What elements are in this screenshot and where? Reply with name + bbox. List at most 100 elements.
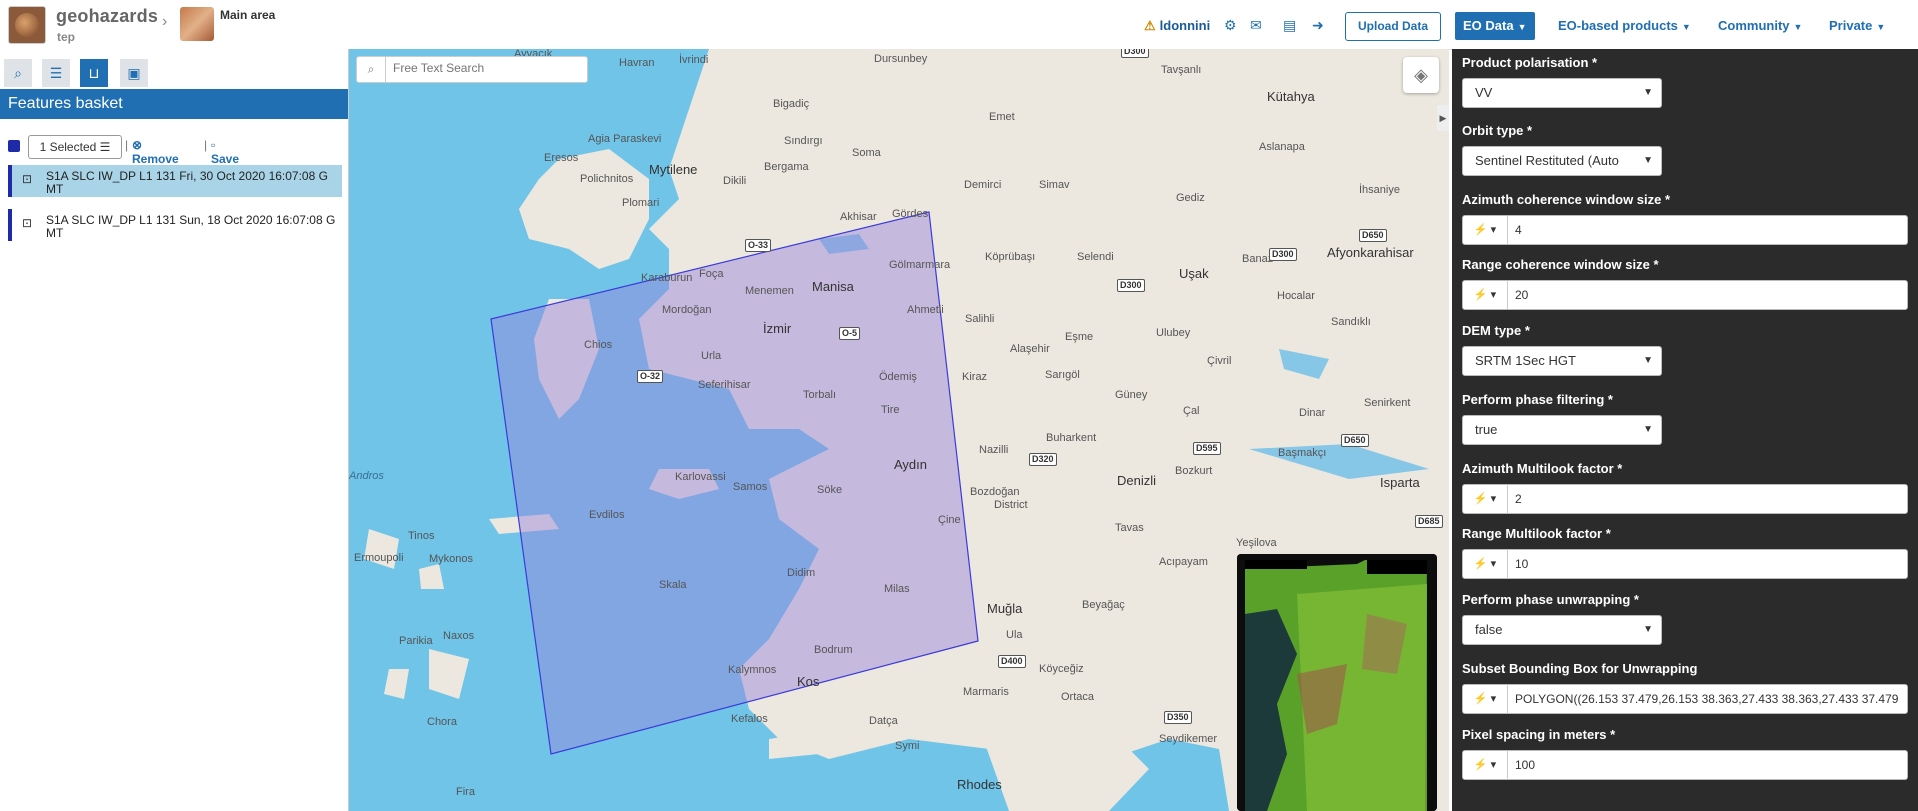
azimuth-coherence-window-input[interactable]: ⚡ ▾ 4	[1462, 215, 1908, 245]
map-label: Söke	[817, 484, 843, 496]
selection-color-swatch[interactable]	[8, 140, 20, 152]
paros-island	[384, 669, 409, 699]
caret-down-icon: ▼	[1876, 22, 1886, 32]
range-coherence-window-input[interactable]: ⚡ ▾ 20	[1462, 280, 1908, 310]
selection-dropdown[interactable]: 1 Selected ☰	[28, 135, 122, 159]
input-value: 100	[1515, 758, 1536, 772]
map-label: Aslanapa	[1259, 141, 1305, 153]
map-label: Bergama	[764, 161, 809, 173]
upload-data-button[interactable]: Upload Data	[1345, 12, 1441, 41]
select-value: SRTM 1Sec HGT	[1475, 353, 1576, 368]
nav-eo-based-products[interactable]: EO-based products ▼	[1550, 12, 1699, 40]
param-label: Perform phase filtering *	[1462, 392, 1613, 407]
pixel-spacing-input[interactable]: ⚡ ▾ 100	[1462, 750, 1908, 780]
map-label: Çivril	[1207, 355, 1232, 367]
map-label: Kiraz	[962, 371, 988, 383]
basket-tab-icon[interactable]: ⊔	[80, 59, 108, 87]
settings-gear-icon[interactable]: ⚙	[1224, 17, 1237, 34]
nav-private[interactable]: Private ▼	[1821, 12, 1893, 40]
map-label: Parikia	[399, 635, 433, 647]
map-label: Ortaca	[1061, 691, 1095, 703]
mail-icon[interactable]: ✉	[1250, 17, 1262, 34]
map-label: Agia Paraskevi	[588, 133, 662, 145]
map-label: Gölmarmara	[889, 259, 951, 271]
param-label: Azimuth coherence window size *	[1462, 192, 1671, 207]
search-tab-icon[interactable]: ⌕	[4, 59, 32, 87]
brand-name[interactable]: geohazards	[56, 6, 158, 27]
free-text-search-input[interactable]	[391, 60, 585, 76]
map-label: Muğla	[987, 601, 1023, 616]
input-value: POLYGON((26.153 37.479,26.153 38.363,27.…	[1515, 692, 1899, 706]
input-value: 4	[1515, 223, 1522, 237]
quicklook-preview-image[interactable]	[1237, 554, 1437, 811]
map-label: Samos	[733, 481, 768, 493]
collapse-right-panel-handle[interactable]: ▶	[1437, 105, 1449, 131]
map-label: Soma	[852, 147, 881, 159]
map-label: Alaşehir	[1010, 343, 1050, 355]
orbit-type-select[interactable]: Sentinel Restituted (Auto ▼	[1462, 146, 1662, 176]
product-polarisation-select[interactable]: VV ▼	[1462, 78, 1662, 108]
basket-item[interactable]: ⊡ S1A SLC IW_DP L1 131 Fri, 30 Oct 2020 …	[8, 165, 342, 197]
subset-bounding-box-input[interactable]: ⚡ ▾ POLYGON((26.153 37.479,26.153 38.363,…	[1462, 684, 1908, 714]
map-label: İzmir	[763, 321, 792, 336]
mykonos-island	[419, 564, 444, 589]
map-label: Marmaris	[963, 686, 1009, 698]
phase-filtering-select[interactable]: true ▼	[1462, 415, 1662, 445]
range-multilook-input[interactable]: ⚡ ▾ 10	[1462, 549, 1908, 579]
magic-wand-icon[interactable]: ⚡ ▾	[1463, 685, 1508, 713]
map-label: Salihli	[965, 313, 995, 325]
map-label: Dinar	[1299, 407, 1326, 419]
map-label: Senirkent	[1364, 397, 1411, 409]
road-shield: O-33	[745, 239, 772, 252]
map-label: Fira	[456, 786, 475, 798]
param-label: Perform phase unwrapping *	[1462, 592, 1639, 607]
top-bar: geohazards tep › Main area ⚠ ldonnini ⚙ ✉…	[0, 0, 1918, 50]
map-label: Nazilli	[979, 444, 1009, 456]
magic-wand-icon[interactable]: ⚡ ▾	[1463, 485, 1508, 513]
satellite-icon: ⊡	[22, 216, 33, 230]
map-label: Tinos	[408, 530, 435, 542]
road-shield: D300	[1117, 279, 1145, 292]
input-value: 10	[1515, 557, 1529, 571]
map-label: Tavşanlı	[1161, 64, 1202, 76]
map-label: Acıpayam	[1159, 556, 1208, 568]
road-shield: D320	[1029, 453, 1057, 466]
param-label: Azimuth Multilook factor *	[1462, 461, 1623, 476]
map-label: Denizli	[1117, 473, 1157, 488]
nav-eo-based-products-label: EO-based products	[1558, 18, 1678, 33]
satellite-icon: ⊡	[22, 172, 33, 186]
map-label: Polichnitos	[580, 173, 634, 185]
magic-wand-icon[interactable]: ⚡ ▾	[1463, 751, 1508, 779]
user-menu[interactable]: ⚠ ldonnini	[1144, 18, 1210, 34]
area-label[interactable]: Main area	[220, 8, 275, 22]
archive-tab-icon[interactable]: ▣	[120, 59, 148, 87]
phase-unwrapping-select[interactable]: false ▼	[1462, 615, 1662, 645]
chevron-down-icon: ▼	[1643, 155, 1653, 166]
chevron-down-icon: ▼	[1643, 624, 1653, 635]
area-thumbnail[interactable]	[180, 7, 214, 41]
map-view[interactable]: Ayvacık Havran İvrindi Dursunbey Tavşanl…	[349, 49, 1449, 811]
map-label: Sındırgı	[784, 135, 823, 147]
azimuth-multilook-input[interactable]: ⚡ ▾ 2	[1462, 484, 1908, 514]
road-shield: D650	[1341, 434, 1369, 447]
layers-icon[interactable]: ◈	[1403, 57, 1439, 93]
map-label: Manisa	[812, 279, 854, 294]
magic-wand-icon[interactable]: ⚡ ▾	[1463, 281, 1508, 309]
basket-item-title: S1A SLC IW_DP L1 131 Sun, 18 Oct 2020 16…	[46, 213, 336, 227]
book-icon[interactable]: ▤	[1283, 17, 1296, 34]
map-label: Tire	[881, 404, 900, 416]
search-icon[interactable]: ⌕	[357, 57, 386, 82]
map-label: Seydikemer	[1159, 733, 1218, 745]
basket-item[interactable]: ⊡ S1A SLC IW_DP L1 131 Sun, 18 Oct 2020 …	[8, 209, 342, 241]
magic-wand-icon[interactable]: ⚡ ▾	[1463, 550, 1508, 578]
save-label: Save	[211, 152, 240, 166]
nav-eo-data[interactable]: EO Data ▼	[1455, 12, 1535, 40]
dem-type-select[interactable]: SRTM 1Sec HGT ▼	[1462, 346, 1662, 376]
nav-community[interactable]: Community ▼	[1710, 12, 1810, 40]
save-button[interactable]: ▫ Save	[211, 138, 239, 166]
sign-out-icon[interactable]: ➜	[1312, 17, 1324, 34]
magic-wand-icon[interactable]: ⚡ ▾	[1463, 216, 1508, 244]
app-logo[interactable]	[8, 6, 46, 44]
param-label: Range Multilook factor *	[1462, 526, 1611, 541]
list-tab-icon[interactable]: ☰	[42, 59, 70, 87]
